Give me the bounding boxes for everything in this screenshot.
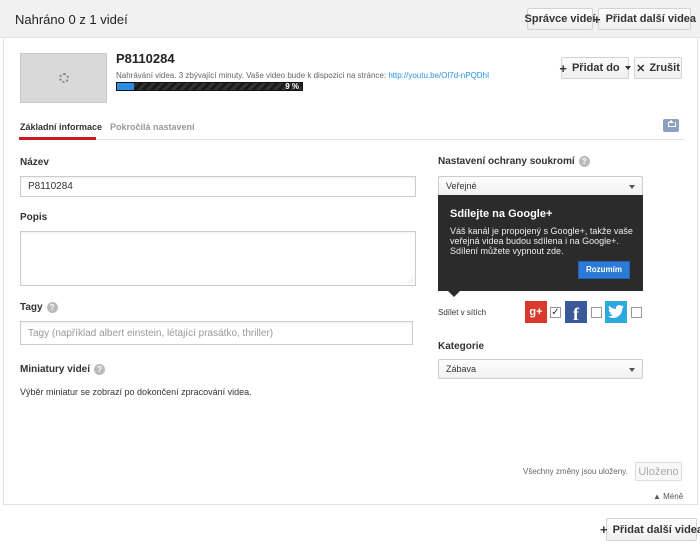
google-plus-share-tooltip: Sdílejte na Google+ Váš kanál je propoje…	[438, 195, 643, 297]
saved-button: Uloženo	[635, 462, 682, 481]
resize-grip-icon[interactable]	[407, 277, 413, 283]
add-more-videos-bottom-button[interactable]: + Přidat další videa	[600, 518, 700, 541]
upload-progress-bar: 9 %	[116, 82, 303, 91]
privacy-value: Veřejné	[446, 181, 477, 191]
upload-count-title: Nahráno 0 z 1 videí	[15, 12, 128, 27]
help-icon[interactable]: ?	[578, 156, 590, 167]
show-less-link[interactable]: ▲ Méně	[653, 492, 683, 501]
name-label: Název	[20, 157, 49, 168]
add-to-label: Přidat do	[571, 62, 620, 74]
thumbnails-info: Výběr miniatur se zobrazí po dokončení z…	[20, 387, 252, 397]
video-thumbnail	[20, 53, 107, 103]
thumbnails-label-row: Miniatury videí?	[20, 364, 106, 376]
upload-status-text: Nahrávání videa. 3 zbývající minuty. Vaš…	[116, 71, 387, 80]
loading-spinner-icon	[59, 73, 69, 83]
upload-status: Nahrávání videa. 3 zbývající minuty. Vaš…	[116, 71, 489, 80]
help-icon[interactable]: ?	[46, 302, 58, 313]
category-select[interactable]: Zábava	[438, 359, 643, 379]
share-label: Sdílet v sítích	[438, 308, 487, 317]
add-to-button[interactable]: + Přidat do	[559, 57, 631, 79]
privacy-label-row: Nastavení ochrany soukromí?	[438, 156, 590, 167]
category-value: Zábava	[446, 364, 477, 374]
plus-icon: +	[599, 522, 608, 537]
promo-dismiss-button[interactable]: Rozumím	[578, 261, 630, 279]
settings-tabs: Základní informace Pokročilá nastavení	[19, 115, 684, 140]
description-label: Popis	[20, 212, 48, 223]
plus-icon: +	[559, 60, 567, 76]
upload-panel: P8110284 Nahrávání videa. 3 zbývající mi…	[3, 38, 698, 505]
twitter-bird-glyph	[608, 305, 624, 318]
close-icon: ✕	[636, 62, 646, 75]
facebook-checkbox[interactable]	[591, 307, 602, 318]
add-more-videos-label: Přidat další videa	[605, 13, 697, 25]
tab-basic-info[interactable]: Základní informace	[20, 122, 102, 132]
category-label: Kategorie	[438, 341, 485, 352]
upload-progress-label: 9 %	[285, 82, 299, 91]
plus-icon: +	[592, 11, 601, 27]
tags-input[interactable]: Tagy (například albert einstein, létajíc…	[20, 321, 413, 345]
facebook-icon[interactable]: f	[565, 301, 587, 324]
video-title: P8110284	[116, 51, 175, 66]
cancel-upload-label: Zrušit	[649, 62, 680, 74]
tab-advanced-settings[interactable]: Pokročilá nastavení	[110, 122, 195, 132]
cancel-upload-button[interactable]: ✕ Zrušit	[634, 57, 682, 79]
upload-icon[interactable]	[663, 119, 679, 132]
twitter-checkbox[interactable]	[631, 307, 642, 318]
help-icon[interactable]: ?	[94, 364, 106, 375]
upload-header: Nahráno 0 z 1 videí Správce videí + Přid…	[0, 0, 700, 38]
chevron-down-icon	[629, 185, 635, 189]
promo-title: Sdílejte na Google+	[450, 208, 553, 220]
title-input[interactable]: P8110284	[20, 176, 416, 197]
add-more-videos-bottom-label: Přidat další videa	[612, 523, 700, 536]
privacy-label: Nastavení ochrany soukromí	[438, 156, 575, 168]
saved-button-label: Uloženo	[638, 465, 679, 478]
upload-progress-fill	[117, 83, 134, 90]
add-more-videos-button[interactable]: + Přidat další videa	[593, 8, 696, 30]
privacy-select[interactable]: Veřejné	[438, 176, 643, 196]
video-manager-label: Správce videí	[524, 13, 596, 25]
video-url-link[interactable]: http://youtu.be/Ol7d-nPQDhI	[388, 71, 489, 80]
google-plus-icon[interactable]: g+	[525, 301, 547, 323]
chevron-down-icon	[629, 368, 635, 372]
description-textarea[interactable]	[20, 231, 416, 286]
video-manager-button[interactable]: Správce videí	[524, 8, 596, 30]
saved-note: Všechny změny jsou uloženy.	[523, 467, 628, 476]
active-tab-indicator	[19, 137, 96, 140]
chevron-down-icon	[624, 66, 631, 70]
promo-body: Váš kanál je propojený s Google+, takže …	[450, 226, 633, 256]
google-plus-checkbox[interactable]: ✓	[550, 307, 561, 318]
twitter-icon[interactable]	[605, 301, 627, 323]
tags-label: Tagy	[20, 302, 43, 314]
tags-label-row: Tagy?	[20, 302, 58, 313]
thumbnails-label: Miniatury videí	[20, 364, 91, 376]
